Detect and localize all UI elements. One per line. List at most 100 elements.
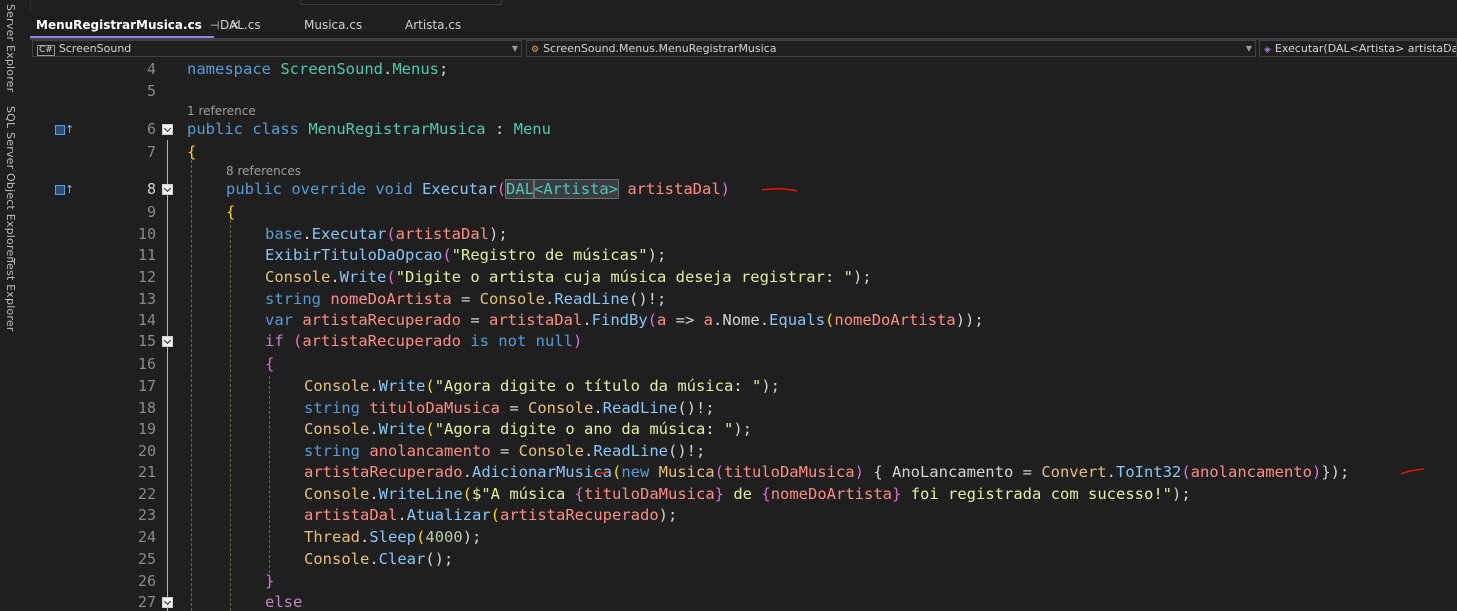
code-text: { [265, 355, 275, 373]
member-name: Executar(DAL<Artista> artistaDal) [1274, 42, 1457, 55]
tool-window-strip: Server Explorer SQL Server Object Explor… [0, 0, 31, 611]
line-number: 21 [137, 463, 156, 481]
code-line: 25 Console.Clear(); [30, 549, 1457, 570]
line-number: 18 [137, 399, 156, 417]
line-number: 24 [137, 528, 156, 546]
line-number: 20 [137, 442, 156, 460]
line-number: 7 [146, 143, 156, 161]
line-number: 13 [137, 290, 156, 308]
tab-menuregistrarmusica[interactable]: MenuRegistrarMusica.cs ⊣ × [30, 12, 240, 38]
collapse-icon[interactable] [162, 184, 173, 195]
line-number: 16 [137, 355, 156, 373]
line-number: 22 [137, 485, 156, 503]
line-number: 6 [146, 120, 156, 138]
chevron-down-icon: ▼ [511, 44, 518, 53]
class-dropdown[interactable]: ⚙ ScreenSound.Menus.MenuRegistrarMusica ▼ [526, 40, 1256, 57]
project-name: ScreenSound [58, 42, 132, 55]
member-dropdown[interactable]: ◈ Executar(DAL<Artista> artistaDal) [1259, 40, 1457, 57]
code-line: 20 string anolancamento = Console.ReadLi… [30, 441, 1457, 462]
line-number: 19 [137, 420, 156, 438]
line-number: 17 [137, 377, 156, 395]
code-line: 13 string nomeDoArtista = Console.ReadLi… [30, 289, 1457, 310]
code-line: 9 { [30, 202, 1457, 223]
line-number: 5 [146, 82, 156, 100]
class-path: ScreenSound.Menus.MenuRegistrarMusica [543, 42, 777, 55]
red-annotation-mark [1400, 468, 1425, 475]
line-number: 23 [137, 506, 156, 524]
code-text: Console.WriteLine($"A música {tituloDaMu… [304, 485, 1191, 503]
code-line: 15 if (artistaRecuperado is not null) [30, 331, 1457, 352]
code-editor[interactable]: 4 namespace ScreenSound.Menus; 5 1 refer… [30, 58, 1457, 611]
collapse-icon[interactable] [162, 597, 173, 608]
line-number: 9 [146, 203, 156, 221]
line-number: 26 [137, 572, 156, 590]
code-text: } [265, 572, 275, 590]
code-line: 18 string tituloDaMusica = Console.ReadL… [30, 398, 1457, 419]
code-line: 5 [30, 81, 1457, 102]
line-number: 12 [137, 268, 156, 286]
code-line: 10 base.Executar(artistaDal); [30, 224, 1457, 245]
sql-server-object-explorer-tab[interactable]: SQL Server Object Explorer [4, 106, 17, 261]
code-text: else [265, 593, 303, 611]
tab-musica[interactable]: Musica.cs [298, 12, 398, 38]
code-text: var artistaRecuperado = artistaDal.FindB… [265, 311, 984, 329]
test-explorer-tab[interactable]: Test Explorer [4, 258, 17, 332]
code-text: artistaDal.Atualizar(artistaRecuperado); [304, 506, 678, 524]
code-text: { [187, 143, 197, 161]
code-line: 26 } [30, 571, 1457, 592]
collapse-icon[interactable] [162, 336, 173, 347]
code-line: ↑ 8 public override void Executar(DAL<Ar… [30, 179, 1457, 200]
collapse-icon[interactable] [162, 124, 173, 135]
code-line: 16 { [30, 354, 1457, 375]
chevron-down-icon: ▼ [1245, 44, 1252, 53]
code-line: 7 { [30, 142, 1457, 163]
line-number: 8 [146, 180, 156, 198]
code-text: artistaRecuperado.AdicionarMusica(new Mu… [304, 463, 1350, 481]
server-explorer-tab[interactable]: Server Explorer [4, 4, 17, 92]
line-number: 10 [137, 225, 156, 243]
codelens-references[interactable]: 1 reference [187, 104, 256, 118]
tab-artista[interactable]: Artista.cs [399, 12, 489, 38]
code-text: Console.Write("Agora digite o título da … [304, 377, 780, 395]
code-text: string tituloDaMusica = Console.ReadLine… [304, 399, 715, 417]
code-text: namespace ScreenSound.Menus; [187, 60, 449, 78]
code-text: ExibirTituloDaOpcao("Registro de músicas… [265, 246, 667, 264]
line-number: 15 [137, 332, 156, 350]
code-text: Console.Write("Digite o artista cuja mús… [265, 268, 872, 286]
code-line: ↑ 6 public class MenuRegistrarMusica : M… [30, 119, 1457, 140]
code-text: Thread.Sleep(4000); [304, 528, 482, 546]
window-edge [300, 0, 502, 5]
tab-dal[interactable]: DAL.cs [214, 12, 298, 38]
line-number: 11 [137, 246, 156, 264]
tab-label: DAL.cs [220, 18, 261, 32]
navigation-bar: C# ScreenSound ▼ ⚙ ScreenSound.Menus.MenuR… [30, 40, 1457, 58]
method-icon: ◈ [1264, 45, 1271, 55]
code-line: 4 namespace ScreenSound.Menus; [30, 59, 1457, 80]
codelens-references[interactable]: 8 references [226, 164, 301, 178]
red-annotation-mark [596, 472, 607, 474]
code-line: 21 artistaRecuperado.AdicionarMusica(new… [30, 462, 1457, 483]
code-text: Console.Write("Agora digite o ano da mús… [304, 420, 752, 438]
red-annotation-mark [761, 187, 798, 192]
code-line: 19 Console.Write("Agora digite o ano da … [30, 419, 1457, 440]
class-icon: ⚙ [531, 45, 540, 55]
code-line: 11 ExibirTituloDaOpcao("Registro de músi… [30, 245, 1457, 266]
code-line: 12 Console.Write("Digite o artista cuja … [30, 267, 1457, 288]
code-text: public class MenuRegistrarMusica : Menu [187, 120, 551, 138]
tab-label: Artista.cs [405, 18, 462, 32]
code-text: Console.Clear(); [304, 550, 454, 568]
code-text: if (artistaRecuperado is not null) [265, 332, 583, 350]
line-number: 14 [137, 311, 156, 329]
code-line: 23 artistaDal.Atualizar(artistaRecuperad… [30, 505, 1457, 526]
line-number: 27 [137, 593, 156, 611]
csharp-project-icon: C# [37, 45, 55, 56]
project-dropdown[interactable]: C# ScreenSound ▼ [32, 40, 522, 57]
code-text: { [226, 203, 236, 221]
code-line: 24 Thread.Sleep(4000); [30, 527, 1457, 548]
code-line: 17 Console.Write("Agora digite o título … [30, 376, 1457, 397]
document-tab-bar: MenuRegistrarMusica.cs ⊣ × DAL.cs Musica.c… [30, 12, 1457, 40]
code-line: 14 var artistaRecuperado = artistaDal.Fi… [30, 310, 1457, 331]
line-number: 4 [146, 60, 156, 78]
code-line: 22 Console.WriteLine($"A música {tituloD… [30, 484, 1457, 505]
code-line: 27 else [30, 592, 1457, 611]
